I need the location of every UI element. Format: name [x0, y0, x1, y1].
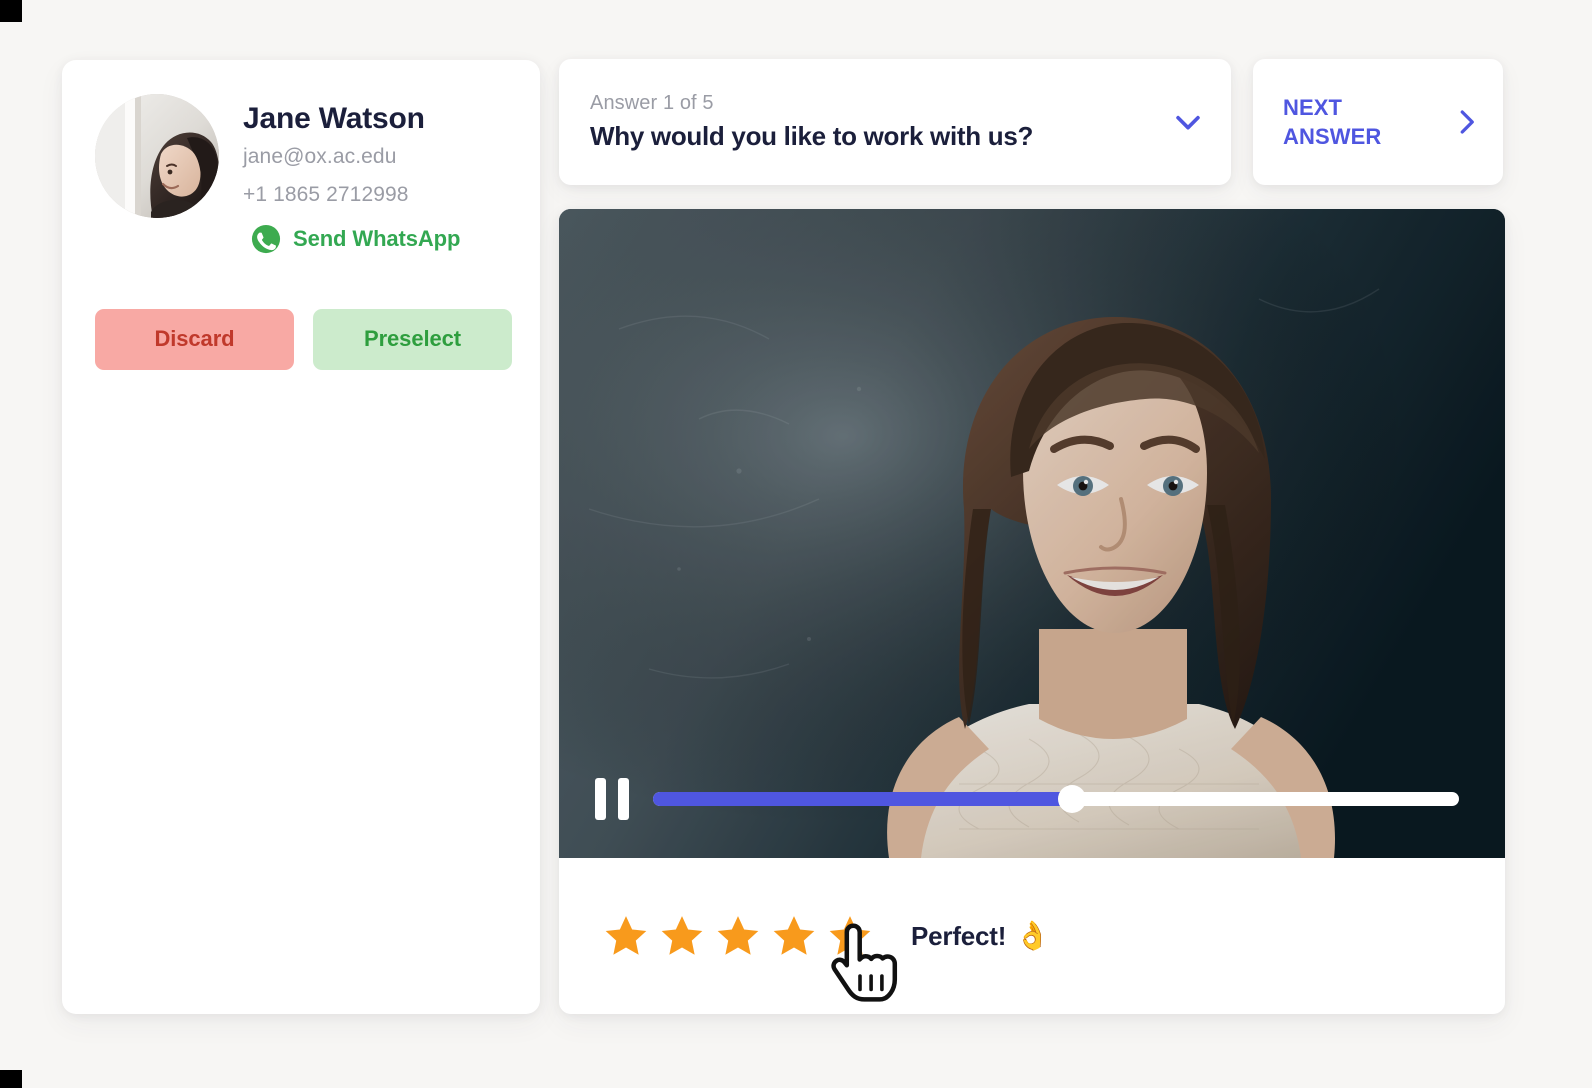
ok-hand-emoji: 👌 [1015, 922, 1050, 950]
next-answer-label-line1: NEXT [1283, 95, 1342, 120]
screen-corner-notch-bottom [0, 1070, 22, 1088]
question-title: Why would you like to work with us? [590, 121, 1171, 152]
video-frame-image [559, 209, 1505, 858]
chevron-down-icon[interactable] [1171, 105, 1205, 139]
avatar [95, 94, 219, 218]
answer-counter: Answer 1 of 5 [590, 92, 1171, 115]
video-answer-card: Perfect! 👌 [559, 209, 1505, 1014]
question-text-wrap: Answer 1 of 5 Why would you like to work… [590, 92, 1171, 152]
candidate-email[interactable]: jane@ox.ac.edu [243, 138, 460, 176]
pause-icon[interactable] [595, 778, 629, 820]
rating-caption-text: Perfect! [911, 921, 1006, 952]
chevron-right-icon[interactable] [1451, 107, 1481, 137]
next-answer-button[interactable]: NEXT ANSWER [1253, 59, 1503, 185]
star-3[interactable] [715, 913, 761, 959]
star-5[interactable] [827, 913, 873, 959]
rating-caption: Perfect! 👌 [911, 921, 1050, 952]
next-answer-label: NEXT ANSWER [1283, 93, 1451, 152]
video-player[interactable] [559, 209, 1505, 858]
profile-header: Jane Watson jane@ox.ac.edu +1 1865 27129… [62, 60, 540, 254]
next-answer-label-line2: ANSWER [1283, 124, 1381, 149]
star-1[interactable] [603, 913, 649, 959]
send-whatsapp-button[interactable]: Send WhatsApp [251, 224, 460, 254]
profile-details: Jane Watson jane@ox.ac.edu +1 1865 27129… [219, 94, 460, 254]
video-progress-knob[interactable] [1058, 785, 1086, 813]
video-progress-fill [653, 792, 1072, 806]
candidate-profile-card: Jane Watson jane@ox.ac.edu +1 1865 27129… [62, 60, 540, 1014]
preselect-button[interactable]: Preselect [313, 309, 512, 370]
avatar-image [95, 94, 219, 218]
question-card[interactable]: Answer 1 of 5 Why would you like to work… [559, 59, 1231, 185]
candidate-phone[interactable]: +1 1865 2712998 [243, 176, 460, 214]
star-2[interactable] [659, 913, 705, 959]
app-root: Jane Watson jane@ox.ac.edu +1 1865 27129… [0, 0, 1592, 1088]
profile-actions: Discard Preselect [62, 254, 540, 370]
star-4[interactable] [771, 913, 817, 959]
whatsapp-icon [251, 224, 281, 254]
candidate-name: Jane Watson [243, 100, 460, 138]
video-controls [559, 778, 1505, 820]
send-whatsapp-label: Send WhatsApp [293, 226, 460, 252]
screen-corner-notch-top [0, 0, 22, 22]
discard-button[interactable]: Discard [95, 309, 294, 370]
rating-row: Perfect! 👌 [559, 858, 1505, 1014]
star-rating[interactable] [603, 913, 873, 959]
video-progress-bar[interactable] [653, 792, 1459, 806]
